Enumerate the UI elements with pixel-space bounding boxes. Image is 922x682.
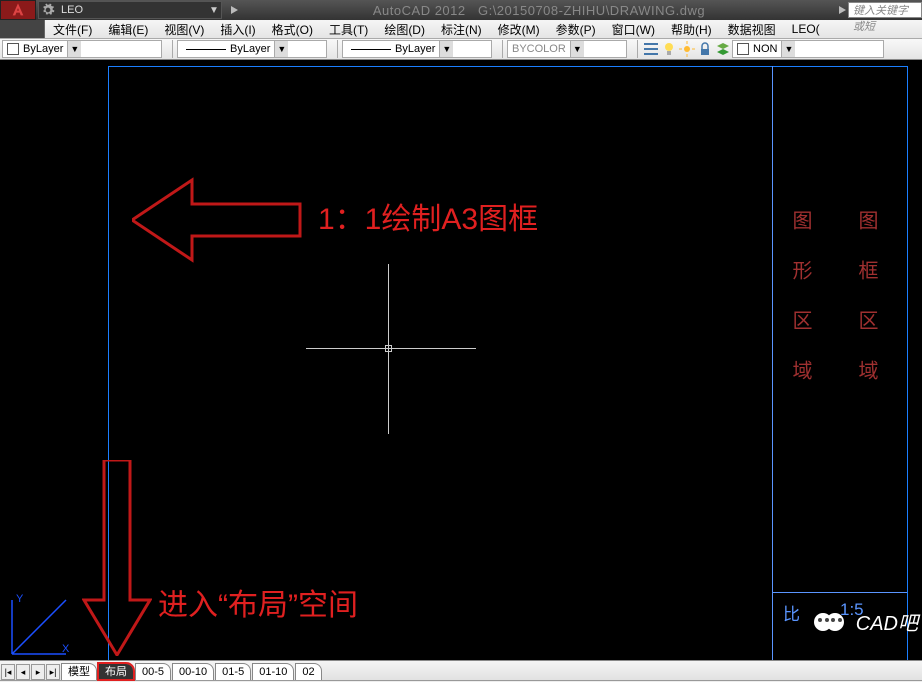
tab-layout-5[interactable]: 02	[295, 663, 321, 680]
menu-modify[interactable]: 修改(M)	[490, 21, 548, 38]
tab-nav-prev[interactable]: ◂	[16, 664, 30, 680]
workspace-combo[interactable]: LEO ▼	[38, 1, 222, 19]
search-box[interactable]: 键入关键字或短	[848, 2, 922, 18]
scale-label: 比	[783, 600, 800, 625]
tab-nav-first[interactable]: |◂	[1, 664, 15, 680]
tab-model[interactable]: 模型	[61, 663, 97, 680]
lineweight-preview-icon	[186, 49, 226, 50]
chevron-down-icon[interactable]: ▼	[207, 5, 221, 16]
dimstyle-combo[interactable]: NON ▼	[732, 40, 884, 58]
workspace-name: LEO	[57, 4, 207, 16]
tab-layout-2[interactable]: 00-10	[172, 663, 214, 680]
autocad-logo-icon	[10, 2, 26, 18]
menu-parametric[interactable]: 参数(P)	[548, 21, 604, 38]
chevron-down-icon[interactable]: ▼	[570, 41, 584, 57]
pickbox	[385, 345, 392, 352]
tab-layout-3[interactable]: 01-5	[215, 663, 251, 680]
menu-help[interactable]: 帮助(H)	[663, 21, 720, 38]
wechat-icon	[814, 610, 850, 634]
color-swatch-icon	[7, 43, 19, 55]
gear-icon	[41, 3, 55, 17]
chevron-down-icon[interactable]: ▼	[781, 41, 795, 57]
menu-format[interactable]: 格式(O)	[264, 21, 321, 38]
bulb-icon[interactable]	[661, 41, 677, 57]
layers-icon[interactable]	[715, 41, 731, 57]
annotation-arrow-left-icon	[132, 170, 302, 270]
list-icon[interactable]	[643, 41, 659, 57]
menu-window[interactable]: 窗口(W)	[604, 21, 663, 38]
linetype-preview-icon	[351, 49, 391, 50]
ucs-icon: Y X	[6, 590, 76, 660]
menu-draw[interactable]: 绘图(D)	[376, 21, 433, 38]
menu-dataview[interactable]: 数据视图	[720, 21, 784, 38]
annotation-arrow-down-icon	[82, 460, 152, 656]
menu-view[interactable]: 视图(V)	[156, 21, 212, 38]
quick-access-toolbar	[0, 20, 45, 38]
chevron-down-icon[interactable]: ▼	[439, 41, 453, 57]
tab-layout-1[interactable]: 00-5	[135, 663, 171, 680]
menu-tools[interactable]: 工具(T)	[321, 21, 376, 38]
arrow-right-icon[interactable]	[230, 5, 240, 15]
chevron-down-icon[interactable]: ▼	[274, 41, 288, 57]
menu-leo[interactable]: LEO(	[784, 22, 828, 36]
svg-text:X: X	[62, 643, 70, 655]
app-menu-button[interactable]	[0, 0, 36, 20]
chevron-down-icon[interactable]: ▼	[67, 41, 81, 57]
annotation-text-1: 1：1绘制A3图框	[318, 194, 538, 238]
titleblock-row	[772, 592, 907, 593]
linetype-combo[interactable]: ByLayer ▼	[342, 40, 492, 58]
layout-tabs: |◂ ◂ ▸ ▸| 模型 布局 00-5 00-10 01-5 01-10 02	[0, 660, 922, 680]
menu-dimension[interactable]: 标注(N)	[433, 21, 490, 38]
titleblock-col1: 图形区域	[786, 210, 815, 410]
tab-nav-last[interactable]: ▸|	[46, 664, 60, 680]
plotstyle-combo[interactable]: BYCOLOR ▼	[507, 40, 627, 58]
sun-icon[interactable]	[679, 41, 695, 57]
tab-nav-next[interactable]: ▸	[31, 664, 45, 680]
menu-insert[interactable]: 插入(I)	[212, 21, 263, 38]
annotation-text-2: 进入“布局”空间	[158, 580, 358, 624]
menu-file[interactable]: 文件(F)	[45, 21, 100, 38]
menu-edit[interactable]: 编辑(E)	[100, 21, 156, 38]
layer-color-combo[interactable]: ByLayer ▼	[2, 40, 162, 58]
window-title: AutoCAD 2012 G:\20150708-ZHIHU\DRAWING.d…	[240, 3, 838, 18]
tab-layout-0[interactable]: 布局	[98, 663, 134, 680]
watermark: CAD吧	[814, 607, 918, 636]
color-swatch-icon	[737, 43, 749, 55]
lineweight-combo[interactable]: ByLayer ▼	[177, 40, 327, 58]
title-bar: LEO ▼ AutoCAD 2012 G:\20150708-ZHIHU\DRA…	[0, 0, 922, 20]
titleblock-col2: 图框区域	[852, 210, 881, 410]
arrow-right-icon[interactable]	[838, 5, 848, 15]
properties-toolbar: ByLayer ▼ ByLayer ▼ ByLayer ▼ BYCOLOR ▼ …	[0, 38, 922, 60]
lock-icon[interactable]	[697, 41, 713, 57]
drawing-area[interactable]: 图形区域 图框区域 比 1:5 1：1绘制A3图框 进入“布局”空间 Y X C…	[0, 60, 922, 660]
svg-text:Y: Y	[16, 593, 24, 605]
menu-bar: 文件(F) 编辑(E) 视图(V) 插入(I) 格式(O) 工具(T) 绘图(D…	[0, 20, 922, 38]
titleblock-divider	[772, 66, 773, 660]
tab-layout-4[interactable]: 01-10	[252, 663, 294, 680]
